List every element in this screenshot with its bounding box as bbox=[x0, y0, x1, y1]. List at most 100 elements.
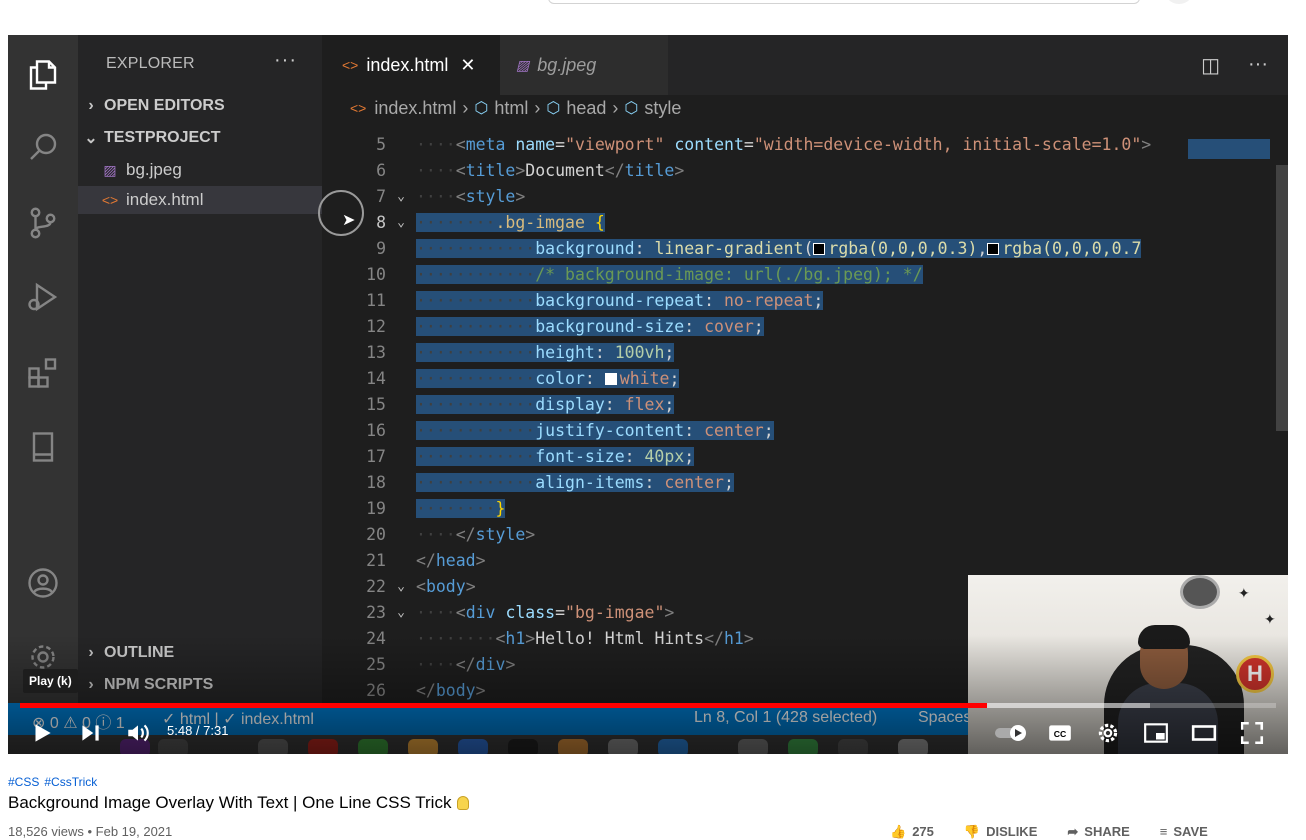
code-token: 100vh bbox=[614, 342, 665, 362]
video-meta: 18,526 views • Feb 19, 2021 bbox=[8, 824, 173, 839]
code-token: flex bbox=[624, 394, 665, 414]
miniplayer-button[interactable] bbox=[1142, 719, 1170, 747]
code-token: style bbox=[465, 186, 516, 206]
dislike-button[interactable]: 👎 DISLIKE bbox=[964, 824, 1037, 840]
play-button[interactable] bbox=[28, 719, 56, 747]
project-label: TESTPROJECT bbox=[104, 129, 221, 146]
settings-button[interactable] bbox=[1094, 719, 1122, 747]
hashtag-link[interactable]: #CSS bbox=[8, 775, 39, 789]
code-token: color bbox=[535, 368, 585, 388]
tab-actions: ◫ ··· bbox=[1201, 53, 1268, 78]
extensions-icon bbox=[23, 353, 63, 393]
chevron-down-icon: ⌄ bbox=[397, 214, 405, 230]
chevron-down-icon: ⌄ bbox=[397, 604, 405, 620]
activity-bar bbox=[8, 35, 78, 754]
line-number: 15 bbox=[366, 394, 386, 414]
book-icon bbox=[23, 427, 63, 467]
file-item-index-html: <> index.html bbox=[78, 186, 322, 214]
save-playlist-icon: ≡ bbox=[1159, 824, 1168, 839]
bird-decal: ✦ bbox=[1264, 611, 1276, 627]
code-token: name bbox=[515, 134, 556, 154]
close-icon: ✕ bbox=[460, 54, 476, 75]
theater-mode-button[interactable] bbox=[1190, 719, 1218, 747]
code-line: 10 ············/* background-image: url(… bbox=[322, 261, 1188, 287]
dock-app-icon bbox=[788, 739, 818, 754]
chevron-right-icon: › bbox=[462, 97, 469, 118]
mic-button[interactable] bbox=[1164, 0, 1194, 4]
code-line: 8 ⌄ ········.bg-imgae { bbox=[322, 209, 1188, 235]
code-token: rgba(0,0,0,0.7 bbox=[1002, 238, 1142, 258]
code-token: linear-gradient bbox=[654, 238, 804, 258]
dock-app-icon bbox=[458, 739, 488, 754]
file-item-bg-jpeg: ▨ bg.jpeg bbox=[78, 156, 322, 184]
line-number: 26 bbox=[366, 680, 386, 700]
element-icon: ⬡ bbox=[546, 100, 561, 117]
code-line: 5 ····<meta name="viewport" content="wid… bbox=[322, 131, 1188, 157]
video-player[interactable]: EXPLORER ··· › OPEN EDITORS ⌄ TESTPROJEC… bbox=[8, 35, 1288, 754]
code-token: center bbox=[664, 472, 724, 492]
account-icon bbox=[23, 563, 63, 603]
code-line: 9 ············background: linear-gradien… bbox=[322, 235, 1188, 261]
save-button[interactable]: ≡ SAVE bbox=[1160, 824, 1208, 840]
code-token: { bbox=[594, 212, 605, 232]
tab-bg-jpeg: ▨ bg.jpeg bbox=[500, 35, 668, 95]
chevron-right-icon: › bbox=[88, 97, 94, 114]
line-number: 17 bbox=[366, 446, 386, 466]
line-number: 9 bbox=[376, 238, 386, 258]
line-number: 20 bbox=[366, 524, 386, 544]
indentation-status: Spaces bbox=[918, 709, 972, 726]
element-icon: ⬡ bbox=[624, 100, 639, 117]
explorer-title: EXPLORER bbox=[106, 55, 195, 72]
miniplayer-icon bbox=[1144, 723, 1168, 743]
search-bar[interactable] bbox=[548, 0, 1140, 4]
dock-app-icon bbox=[408, 739, 438, 754]
like-button[interactable]: 👍 275 bbox=[890, 824, 934, 840]
thumbs-down-icon: 👎 bbox=[963, 824, 981, 839]
hashtag-link[interactable]: #CssTrick bbox=[44, 775, 97, 789]
code-token: class bbox=[505, 602, 556, 622]
code-line: 7 ⌄ ····<style> bbox=[322, 183, 1188, 209]
code-token: div bbox=[475, 654, 506, 674]
open-editors-label: OPEN EDITORS bbox=[104, 97, 225, 114]
code-token: head bbox=[435, 550, 476, 570]
code-token: "bg-imgae" bbox=[565, 602, 665, 622]
captions-button[interactable]: CC bbox=[1046, 719, 1074, 747]
line-number: 12 bbox=[366, 316, 386, 336]
code-token: style bbox=[475, 524, 526, 544]
breadcrumb-item: ⬡ style bbox=[624, 98, 681, 119]
code-token: justify-content bbox=[535, 420, 685, 440]
breadcrumb: <> index.html › ⬡ html › ⬡ head › ⬡ style bbox=[322, 95, 1288, 121]
share-button[interactable]: ➦ SHARE bbox=[1067, 824, 1129, 840]
autoplay-toggle[interactable] bbox=[994, 719, 1028, 747]
line-number: 10 bbox=[366, 264, 386, 284]
explorer-more-icon: ··· bbox=[274, 49, 297, 71]
project-section: ⌄ TESTPROJECT bbox=[78, 124, 322, 152]
code-token: } bbox=[495, 498, 506, 518]
volume-button[interactable] bbox=[124, 719, 152, 747]
fullscreen-button[interactable] bbox=[1238, 719, 1266, 747]
source-control-icon bbox=[23, 203, 63, 243]
code-token: height bbox=[535, 342, 595, 362]
dock-app-icon bbox=[308, 739, 338, 754]
breadcrumb-item: <> index.html bbox=[350, 98, 456, 119]
line-number: 19 bbox=[366, 498, 386, 518]
next-icon bbox=[82, 725, 99, 741]
split-editor-icon: ◫ bbox=[1201, 55, 1221, 77]
lightbulb-icon bbox=[457, 796, 470, 810]
line-number: 11 bbox=[366, 290, 386, 310]
code-token: background-size bbox=[535, 316, 685, 336]
mouse-pointer-icon: ➤ bbox=[342, 212, 356, 229]
next-button[interactable] bbox=[76, 719, 104, 747]
code-line: 6 ····<title>Document</title> bbox=[322, 157, 1188, 183]
video-title-text: Background Image Overlay With Text | One… bbox=[8, 793, 452, 812]
dock-app-icon bbox=[838, 739, 868, 754]
code-token: background-repeat bbox=[535, 290, 705, 310]
progress-bar[interactable] bbox=[20, 703, 1276, 708]
npm-scripts-label: NPM SCRIPTS bbox=[104, 676, 214, 693]
progress-played bbox=[20, 703, 988, 708]
captions-icon: CC bbox=[1049, 725, 1071, 741]
code-token: 40px bbox=[644, 446, 685, 466]
code-token: white bbox=[619, 368, 670, 388]
tab-label: bg.jpeg bbox=[537, 54, 597, 75]
line-number: 18 bbox=[366, 472, 386, 492]
